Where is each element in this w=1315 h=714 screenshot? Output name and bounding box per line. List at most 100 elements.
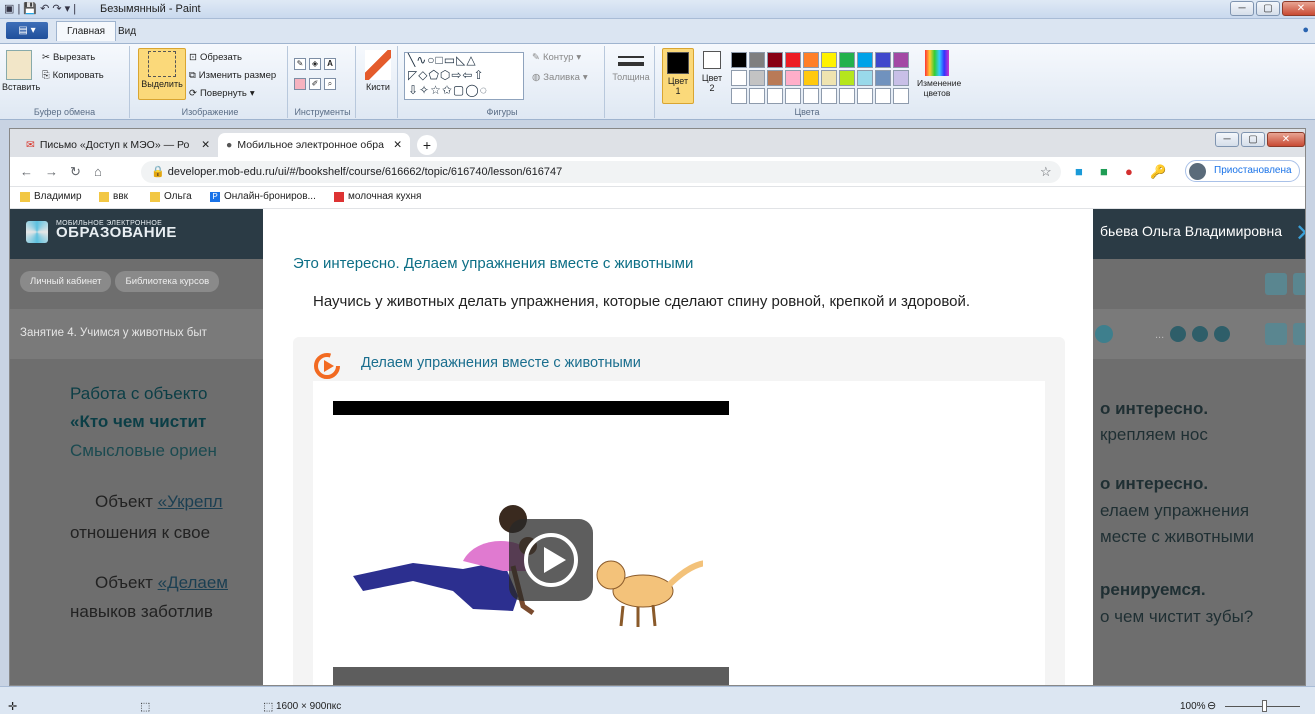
side-panel-icon[interactable] <box>1293 273 1305 295</box>
quick-access-toolbar[interactable]: ▣ | 💾 ↶ ↷ ▾ | <box>4 2 76 15</box>
minimize-button[interactable]: ─ <box>1230 1 1254 16</box>
color-swatch[interactable] <box>785 70 801 86</box>
color-swatch[interactable] <box>839 52 855 68</box>
tab-gmail[interactable]: ✉ Письмо «Доступ к МЭО» — Ро ✕ <box>18 133 218 157</box>
color-swatch[interactable] <box>857 52 873 68</box>
address-bar[interactable]: 🔒 developer.mob-edu.ru/ui/#/bookshelf/co… <box>141 161 1061 183</box>
forward-icon[interactable]: → <box>45 164 58 179</box>
breadcrumb-library[interactable]: Библиотека курсов <box>115 271 220 292</box>
rotate-button[interactable]: ⟳ Повернуть ▾ <box>189 88 255 99</box>
color-swatch[interactable] <box>767 70 783 86</box>
tab-mob-edu[interactable]: ● Мобильное электронное обра ✕ <box>218 133 410 157</box>
text-icon[interactable]: A <box>324 58 336 70</box>
color-swatch[interactable] <box>785 88 801 104</box>
color-swatch[interactable] <box>767 88 783 104</box>
color-swatch[interactable] <box>749 52 765 68</box>
color-swatch[interactable] <box>857 88 873 104</box>
close-button[interactable]: ✕ <box>1282 1 1315 16</box>
color-swatch[interactable] <box>803 88 819 104</box>
bookmark-booking[interactable]: P Онлайн-брониров... <box>210 191 316 202</box>
color-picker-icon[interactable]: ✐ <box>309 78 321 90</box>
color-swatch[interactable] <box>875 52 891 68</box>
extension-icon[interactable]: ■ <box>1075 164 1083 179</box>
thickness-button[interactable]: Толщина <box>611 52 651 82</box>
close-button[interactable]: ✕ <box>1267 132 1305 147</box>
color-swatch[interactable] <box>875 88 891 104</box>
tab-view[interactable]: Вид <box>118 26 136 37</box>
tab-home[interactable]: Главная <box>56 21 117 41</box>
close-icon[interactable]: ✕ <box>1295 219 1305 248</box>
select-button[interactable]: Выделить <box>138 48 186 100</box>
side-item-text[interactable]: елаем упражнения <box>1100 501 1249 521</box>
color-swatch[interactable] <box>839 70 855 86</box>
star-icon[interactable]: ☆ <box>1040 164 1052 180</box>
play-button[interactable] <box>509 519 593 601</box>
paste-button[interactable]: Вставить <box>2 50 40 92</box>
fill-icon[interactable]: ◈ <box>309 58 321 70</box>
minimize-button[interactable]: ─ <box>1215 132 1239 147</box>
color-swatch[interactable] <box>731 52 747 68</box>
color-swatch[interactable] <box>785 52 801 68</box>
outline-dropdown[interactable]: ✎ Контур ▾ <box>532 52 581 63</box>
brushes-button[interactable]: Кисти <box>362 50 394 92</box>
copy-button[interactable]: ⎘ Копировать <box>42 70 104 81</box>
side-item-text[interactable]: крепляем нос <box>1100 425 1208 445</box>
pasted-browser-image[interactable]: ✉ Письмо «Доступ к МЭО» — Ро ✕ ● Мобильн… <box>9 128 1306 686</box>
side-item-title[interactable]: о интересно. <box>1100 474 1208 494</box>
last-icon[interactable] <box>1214 326 1230 342</box>
bookmark-vvk[interactable]: ввк <box>99 191 128 202</box>
next-icon[interactable] <box>1192 326 1208 342</box>
color-swatch[interactable] <box>821 70 837 86</box>
color-swatch[interactable] <box>767 52 783 68</box>
file-menu-button[interactable]: ▤ ▾ <box>6 22 48 39</box>
color-swatch[interactable] <box>893 52 909 68</box>
side-item-title[interactable]: ренируемся. <box>1100 580 1206 600</box>
resize-button[interactable]: ⧉ Изменить размер <box>189 70 276 81</box>
color-swatch[interactable] <box>821 88 837 104</box>
grid-icon[interactable] <box>1265 323 1287 345</box>
fill-dropdown[interactable]: ◍ Заливка ▾ <box>532 72 588 83</box>
color1-button[interactable]: Цвет 1 <box>662 48 694 104</box>
help-icon[interactable]: ● <box>1302 24 1309 36</box>
yandex-icon[interactable]: ● <box>1125 164 1133 179</box>
user-name[interactable]: бьева Ольга Владимировна <box>1100 223 1282 239</box>
side-item-text[interactable]: о чем чистит зубы? <box>1100 607 1253 627</box>
bg-link[interactable]: «Делаем <box>158 573 228 592</box>
color2-button[interactable]: Цвет 2 <box>699 51 725 93</box>
lesson-step-icon[interactable] <box>1095 325 1113 343</box>
new-tab-button[interactable]: + <box>417 135 437 155</box>
site-logo[interactable]: МОБИЛЬНОЕ ЭЛЕКТРОННОЕ ОБРАЗОВАНИЕ <box>26 219 177 243</box>
eraser-icon[interactable] <box>294 78 306 90</box>
back-icon[interactable]: ← <box>20 164 33 179</box>
color-swatch[interactable] <box>857 70 873 86</box>
breadcrumb-cabinet[interactable]: Личный кабинет <box>20 271 112 292</box>
color-swatch[interactable] <box>893 88 909 104</box>
side-panel-icon[interactable] <box>1265 273 1287 295</box>
panel-icon[interactable] <box>1293 323 1305 345</box>
close-tab-icon[interactable]: ✕ <box>201 139 210 151</box>
lesson-step-icon[interactable] <box>1170 326 1186 342</box>
crop-button[interactable]: ⊡ Обрезать <box>189 52 242 63</box>
maximize-button[interactable]: ▢ <box>1241 132 1265 147</box>
profile-button[interactable]: Приостановлена <box>1185 160 1300 182</box>
key-icon[interactable]: 🔑 <box>1150 164 1166 180</box>
color-swatch[interactable] <box>731 88 747 104</box>
color-swatch[interactable] <box>731 70 747 86</box>
color-swatch[interactable] <box>839 88 855 104</box>
color-swatch[interactable] <box>803 70 819 86</box>
color-swatch[interactable] <box>893 70 909 86</box>
bookmark-vladimir[interactable]: Владимир <box>20 191 82 202</box>
side-item-title[interactable]: о интересно. <box>1100 399 1208 419</box>
color-swatch[interactable] <box>749 70 765 86</box>
maximize-button[interactable]: ▢ <box>1256 1 1280 16</box>
extension-icon[interactable]: ■ <box>1100 164 1108 179</box>
bg-link[interactable]: «Укрепл <box>158 492 223 511</box>
pencil-icon[interactable]: ✎ <box>294 58 306 70</box>
bookmark-olga[interactable]: Ольга <box>150 191 192 202</box>
cut-button[interactable]: ✂ Вырезать <box>42 52 95 63</box>
color-swatch[interactable] <box>875 70 891 86</box>
close-tab-icon[interactable]: ✕ <box>393 139 402 151</box>
color-swatch[interactable] <box>749 88 765 104</box>
home-icon[interactable]: ⌂ <box>94 164 102 179</box>
video-controls-bar[interactable] <box>333 667 729 685</box>
